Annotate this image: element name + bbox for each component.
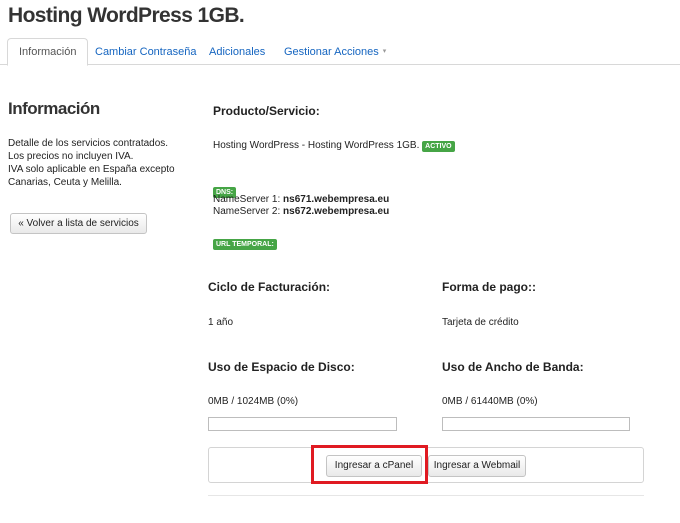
sidebar-desc-line: IVA solo aplicable en España excepto (8, 164, 175, 175)
nameserver-1: NameServer 1: ns671.webempresa.eu (213, 194, 389, 205)
payment-method-label: Forma de pago:: (442, 280, 537, 294)
billing-cycle-label: Ciclo de Facturación: (208, 280, 331, 294)
nameserver-1-value: ns671.webempresa.eu (283, 194, 390, 205)
billing-cycle-value: 1 año (208, 317, 234, 328)
nameserver-2: NameServer 2: ns672.webempresa.eu (213, 206, 389, 217)
temp-url-section: URL TEMPORAL: (213, 233, 277, 251)
tab-gestionar-acciones-label: Gestionar Acciones (284, 46, 379, 58)
sidebar-desc-line: Canarias, Ceuta y Melilla. (8, 177, 122, 188)
tab-cambiar-contrasena[interactable]: Cambiar Contraseña (84, 39, 208, 65)
bandwidth-usage-value: 0MB / 61440MB (0%) (442, 396, 538, 407)
nameserver-2-label: NameServer 2: (213, 206, 281, 217)
highlight-box (311, 445, 428, 484)
disk-usage-value: 0MB / 1024MB (0%) (208, 396, 299, 407)
sidebar-desc-line: Los precios no incluyen IVA. (8, 151, 134, 162)
sidebar-heading: Información (8, 99, 100, 118)
sidebar-desc-line: Detalle de los servicios contratados. (8, 138, 169, 149)
nameserver-2-value: ns672.webempresa.eu (283, 206, 390, 217)
status-badge: ACTIVO (422, 141, 455, 152)
sidebar-description: Detalle de los servicios contratados. Lo… (8, 137, 198, 189)
disk-usage-label: Uso de Espacio de Disco: (208, 360, 355, 374)
temp-url-badge: URL TEMPORAL: (213, 239, 277, 250)
product-label: Producto/Servicio: (213, 104, 320, 118)
back-to-services-button[interactable]: « Volver a lista de servicios (10, 213, 147, 234)
tab-adicionales[interactable]: Adicionales (198, 39, 276, 65)
nameserver-1-label: NameServer 1: (213, 194, 281, 205)
tab-gestionar-acciones[interactable]: Gestionar Acciones ▾ (273, 39, 397, 65)
bandwidth-usage-bar (442, 417, 630, 431)
disk-usage-bar (208, 417, 397, 431)
webmail-login-button[interactable]: Ingresar a Webmail (428, 455, 526, 477)
tab-informacion[interactable]: Información (7, 38, 89, 66)
chevron-down-icon: ▾ (382, 48, 387, 55)
bandwidth-usage-label: Uso de Ancho de Banda: (442, 360, 584, 374)
product-line: Hosting WordPress - Hosting WordPress 1G… (213, 140, 455, 152)
product-name: Hosting WordPress - Hosting WordPress 1G… (213, 140, 420, 151)
bottom-divider (208, 495, 644, 496)
page-title: Hosting WordPress 1GB. (8, 4, 245, 27)
payment-method-value: Tarjeta de crédito (442, 317, 519, 328)
